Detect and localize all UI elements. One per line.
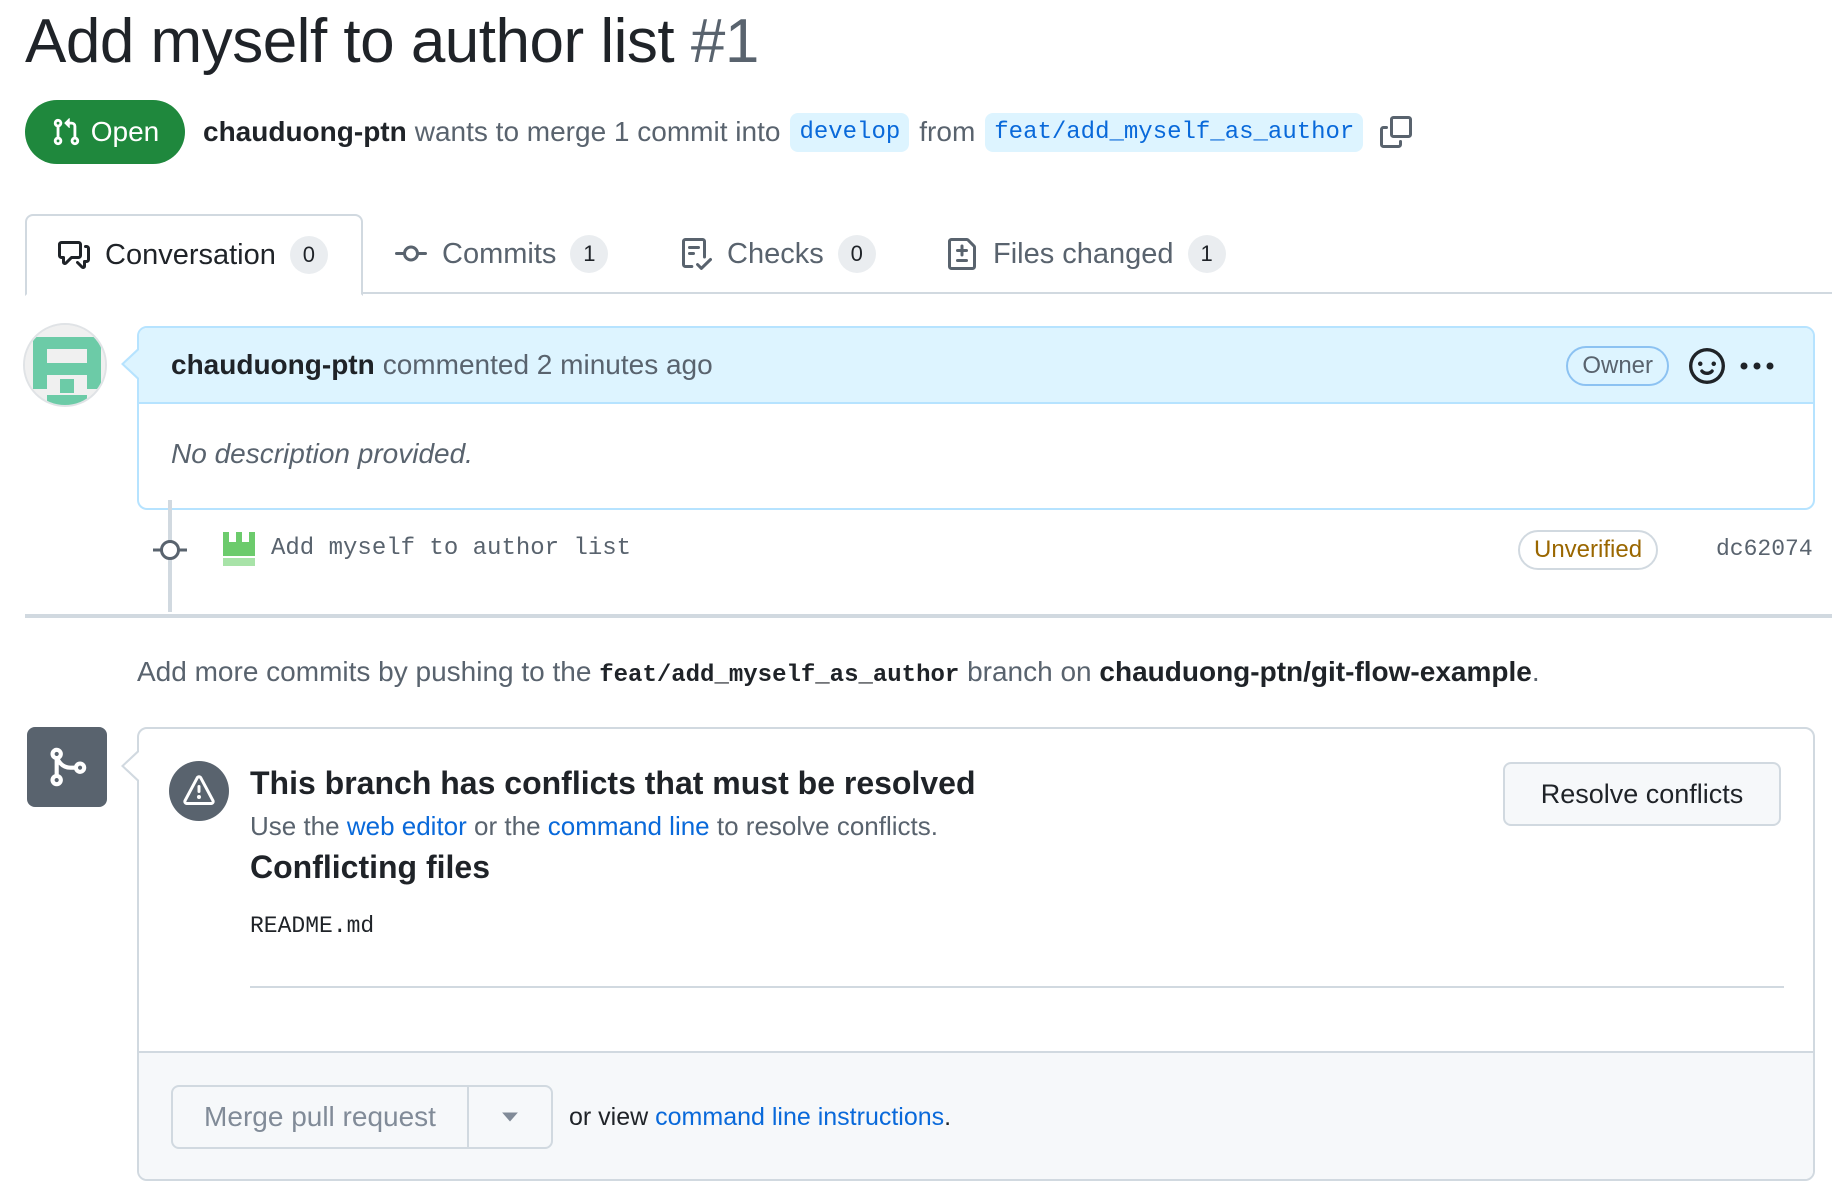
- avatar[interactable]: [23, 323, 107, 407]
- tab-files-changed-count: 1: [1187, 235, 1226, 273]
- comment-meta[interactable]: commented 2 minutes ago: [383, 349, 713, 381]
- pr-number: #1: [690, 7, 759, 76]
- merge-text: wants to merge 1 commit into: [414, 116, 781, 147]
- timeline-divider: [25, 614, 1832, 618]
- web-editor-link[interactable]: web editor: [347, 811, 467, 841]
- push-note-middle: branch on: [967, 656, 1092, 687]
- conflict-sub-suffix: to resolve conflicts.: [716, 811, 938, 841]
- commit-avatar[interactable]: [219, 528, 259, 568]
- comment-author[interactable]: chauduong-ptn: [171, 349, 375, 381]
- kebab-horizontal-icon[interactable]: [1737, 350, 1777, 382]
- head-branch[interactable]: feat/add_myself_as_author: [985, 112, 1364, 152]
- cli-note-period: .: [944, 1103, 952, 1131]
- state-badge: Open: [25, 100, 185, 164]
- pr-author-link[interactable]: chauduong-ptn: [203, 116, 407, 148]
- tab-commits-label: Commits: [442, 237, 557, 270]
- state-label: Open: [90, 116, 160, 147]
- tab-commits[interactable]: Commits 1: [394, 214, 609, 294]
- unverified-badge[interactable]: Unverified: [1518, 530, 1659, 570]
- push-note-suffix: .: [1531, 656, 1540, 687]
- tab-checks[interactable]: Checks 0: [679, 214, 876, 294]
- comment-discussion-icon: [57, 238, 91, 272]
- merge-footer: Merge pull request or view command line …: [139, 1051, 1813, 1179]
- alert-icon: [169, 761, 229, 821]
- pr-status-row: Open chauduong-ptn wants to merge 1 comm…: [25, 100, 1413, 164]
- tab-commits-count: 1: [570, 235, 609, 273]
- smiley-icon[interactable]: [1689, 348, 1725, 384]
- conflict-sub-or: or the: [474, 811, 541, 841]
- conflict-sub-prefix: Use the: [250, 811, 340, 841]
- from-text: from: [919, 116, 976, 147]
- copy-icon[interactable]: [1379, 115, 1413, 149]
- git-commit-icon: [153, 535, 187, 565]
- tab-checks-count: 0: [837, 235, 876, 273]
- pr-title-text: Add myself to author list: [25, 7, 675, 76]
- push-note: Add more commits by pushing to the feat/…: [137, 656, 1540, 689]
- pr-title: Add myself to author list #1: [25, 6, 759, 77]
- git-commit-icon: [394, 237, 428, 271]
- push-note-repo: chauduong-ptn/git-flow-example: [1099, 656, 1532, 687]
- git-merge-icon: [27, 727, 107, 807]
- merge-button-group: Merge pull request: [171, 1085, 553, 1149]
- conflicting-file: README.md: [250, 913, 375, 939]
- pr-tabs: Conversation 0 Commits 1 Checks 0 Files …: [25, 214, 1832, 296]
- commit-message[interactable]: Add myself to author list: [271, 535, 631, 562]
- owner-badge: Owner: [1566, 346, 1669, 386]
- files-divider: [250, 986, 1784, 988]
- conflicting-files-title: Conflicting files: [250, 849, 490, 885]
- commit-sha[interactable]: dc62074: [1716, 536, 1813, 562]
- command-line-link[interactable]: command line: [548, 811, 710, 841]
- resolve-conflicts-button[interactable]: Resolve conflicts: [1503, 762, 1781, 826]
- tab-files-changed-label: Files changed: [993, 237, 1174, 270]
- base-branch[interactable]: develop: [790, 112, 910, 152]
- git-pull-request-icon: [53, 118, 79, 146]
- file-diff-icon: [945, 237, 979, 271]
- comment-header: chauduong-ptn commented 2 minutes ago Ow…: [139, 328, 1813, 404]
- cli-note-prefix: or view: [569, 1103, 649, 1131]
- command-line-instructions-link[interactable]: command line instructions: [655, 1103, 944, 1131]
- tab-files-changed[interactable]: Files changed 1: [945, 214, 1226, 294]
- checklist-icon: [679, 237, 713, 271]
- tab-conversation-label: Conversation: [105, 238, 276, 271]
- comment-box: chauduong-ptn commented 2 minutes ago Ow…: [137, 326, 1815, 510]
- tab-conversation[interactable]: Conversation 0: [25, 214, 363, 296]
- pr-meta: chauduong-ptn wants to merge 1 commit in…: [203, 112, 1413, 152]
- conflict-title: This branch has conflicts that must be r…: [250, 765, 976, 801]
- merge-arrow-inner: [124, 752, 139, 780]
- comment-arrow-inner: [124, 350, 139, 378]
- comment-body: No description provided.: [171, 438, 473, 469]
- push-note-prefix: Add more commits by pushing to the: [137, 656, 592, 687]
- merge-pull-request-button[interactable]: Merge pull request: [173, 1087, 469, 1147]
- conflict-subtitle: Use the web editor or the command line t…: [250, 811, 938, 842]
- triangle-down-icon[interactable]: [469, 1087, 551, 1147]
- cli-note: or view command line instructions.: [569, 1103, 951, 1132]
- tab-checks-label: Checks: [727, 237, 824, 270]
- push-note-branch: feat/add_myself_as_author: [599, 662, 960, 689]
- tab-conversation-count: 0: [289, 236, 328, 274]
- merge-box: This branch has conflicts that must be r…: [137, 727, 1815, 1181]
